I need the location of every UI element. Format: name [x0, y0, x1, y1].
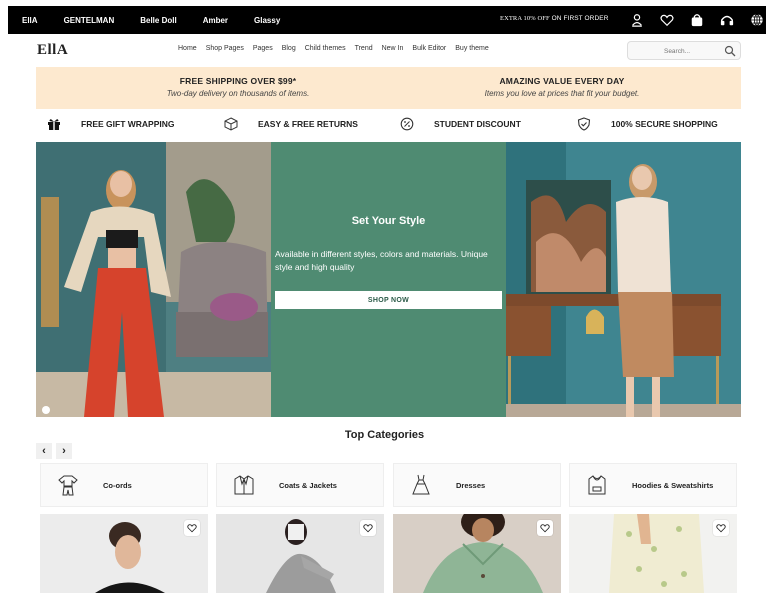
next-arrow-button[interactable]: ›	[56, 443, 72, 459]
nav-trend[interactable]: Trend	[355, 45, 373, 52]
dress-icon	[412, 474, 430, 495]
nav-bulk-editor[interactable]: Bulk Editor	[412, 45, 446, 52]
nav-buy-theme[interactable]: Buy theme	[455, 45, 488, 52]
bag-icon[interactable]	[688, 11, 706, 29]
value-promo-title: AMAZING VALUE EVERY DAY	[499, 76, 625, 86]
promo-text: EXTRA 10% OFF ON FIRST ORDER	[500, 15, 609, 22]
brand-links: EllA GENTELMAN Belle Doll Amber Glassy	[22, 6, 306, 34]
feature-student-discount: STUDENT DISCOUNT	[400, 113, 521, 135]
hero-image-left	[36, 142, 271, 417]
shipping-promo-subtitle: Two-day delivery on thousands of items.	[166, 89, 310, 98]
hero-banner: Set Your Style Available in different st…	[36, 142, 741, 417]
search-box	[627, 41, 741, 60]
hero-content: Set Your Style Available in different st…	[271, 142, 506, 417]
wishlist-button[interactable]	[360, 520, 376, 536]
brand-link-belle-doll[interactable]: Belle Doll	[140, 16, 176, 25]
category-hoodies-sweatshirts[interactable]: Hoodies & Sweatshirts	[569, 463, 737, 507]
product-image	[40, 514, 208, 593]
shipping-promo-title: FREE SHIPPING OVER $99*	[179, 76, 297, 86]
nav-child-themes[interactable]: Child themes	[305, 45, 346, 52]
gift-icon	[48, 119, 60, 130]
hero-title: Set Your Style	[351, 215, 426, 227]
wishlist-button[interactable]	[184, 520, 200, 536]
features-bar: FREE GIFT WRAPPING EASY & FREE RETURNS S…	[36, 113, 741, 135]
account-icon[interactable]	[628, 11, 646, 29]
feature-secure-shopping: 100% SECURE SHOPPING	[577, 113, 718, 135]
carousel-dot[interactable]	[42, 406, 50, 414]
co-ords-icon	[58, 475, 78, 496]
wishlist-button[interactable]	[537, 520, 553, 536]
top-categories-title: Top Categories	[344, 429, 425, 441]
shop-now-button[interactable]: SHOP NOW	[275, 291, 502, 309]
product-card[interactable]	[40, 514, 208, 593]
product-card[interactable]	[216, 514, 384, 593]
shield-icon	[577, 117, 591, 131]
feature-gift-wrapping: FREE GIFT WRAPPING	[47, 113, 175, 135]
nav-blog[interactable]: Blog	[282, 45, 296, 52]
category-dresses[interactable]: Dresses	[393, 463, 561, 507]
box-icon	[224, 117, 238, 131]
hoodie-icon	[588, 475, 606, 495]
brand-link-amber[interactable]: Amber	[203, 16, 228, 25]
brand-link-gentelman[interactable]: GENTELMAN	[64, 16, 115, 25]
heart-icon[interactable]	[658, 11, 676, 29]
main-nav: Home Shop Pages Pages Blog Child themes …	[178, 45, 498, 52]
nav-shop-pages[interactable]: Shop Pages	[206, 45, 244, 52]
product-card[interactable]	[393, 514, 561, 593]
discount-icon	[400, 117, 414, 131]
value-promo: AMAZING VALUE EVERY DAY Items you love a…	[412, 76, 712, 98]
search-icon[interactable]	[724, 45, 736, 57]
heart-icon	[187, 524, 197, 533]
prev-arrow-button[interactable]: ‹	[36, 443, 52, 459]
brand-link-glassy[interactable]: Glassy	[254, 16, 280, 25]
search-input[interactable]	[632, 44, 722, 58]
nav-pages[interactable]: Pages	[253, 45, 273, 52]
nav-new-in[interactable]: New In	[382, 45, 404, 52]
category-co-ords[interactable]: Co-ords	[40, 463, 208, 507]
shipping-banner: FREE SHIPPING OVER $99* Two-day delivery…	[36, 67, 741, 109]
heart-icon	[540, 524, 550, 533]
jacket-icon	[234, 475, 254, 495]
globe-icon[interactable]	[748, 11, 766, 29]
product-card[interactable]	[569, 514, 737, 593]
hero-image-right	[506, 142, 741, 417]
shipping-promo: FREE SHIPPING OVER $99* Two-day delivery…	[88, 76, 388, 98]
category-coats-jackets[interactable]: Coats & Jackets	[216, 463, 384, 507]
product-image	[393, 514, 561, 593]
heart-icon	[716, 524, 726, 533]
category-arrows: ‹ ›	[36, 443, 76, 459]
value-promo-subtitle: Items you love at prices that fit your b…	[484, 89, 640, 98]
product-image	[216, 514, 384, 593]
hero-description: Available in different styles, colors an…	[275, 249, 488, 272]
heart-icon	[363, 524, 373, 533]
top-bar: EllA GENTELMAN Belle Doll Amber Glassy E…	[8, 6, 766, 34]
wishlist-button[interactable]	[713, 520, 729, 536]
site-logo[interactable]: EllA	[37, 42, 68, 59]
header-icons	[628, 11, 769, 29]
product-image	[569, 514, 737, 593]
headphones-icon[interactable]	[718, 11, 736, 29]
nav-home[interactable]: Home	[178, 45, 197, 52]
feature-easy-returns: EASY & FREE RETURNS	[224, 113, 358, 135]
brand-link-ella[interactable]: EllA	[22, 16, 38, 25]
